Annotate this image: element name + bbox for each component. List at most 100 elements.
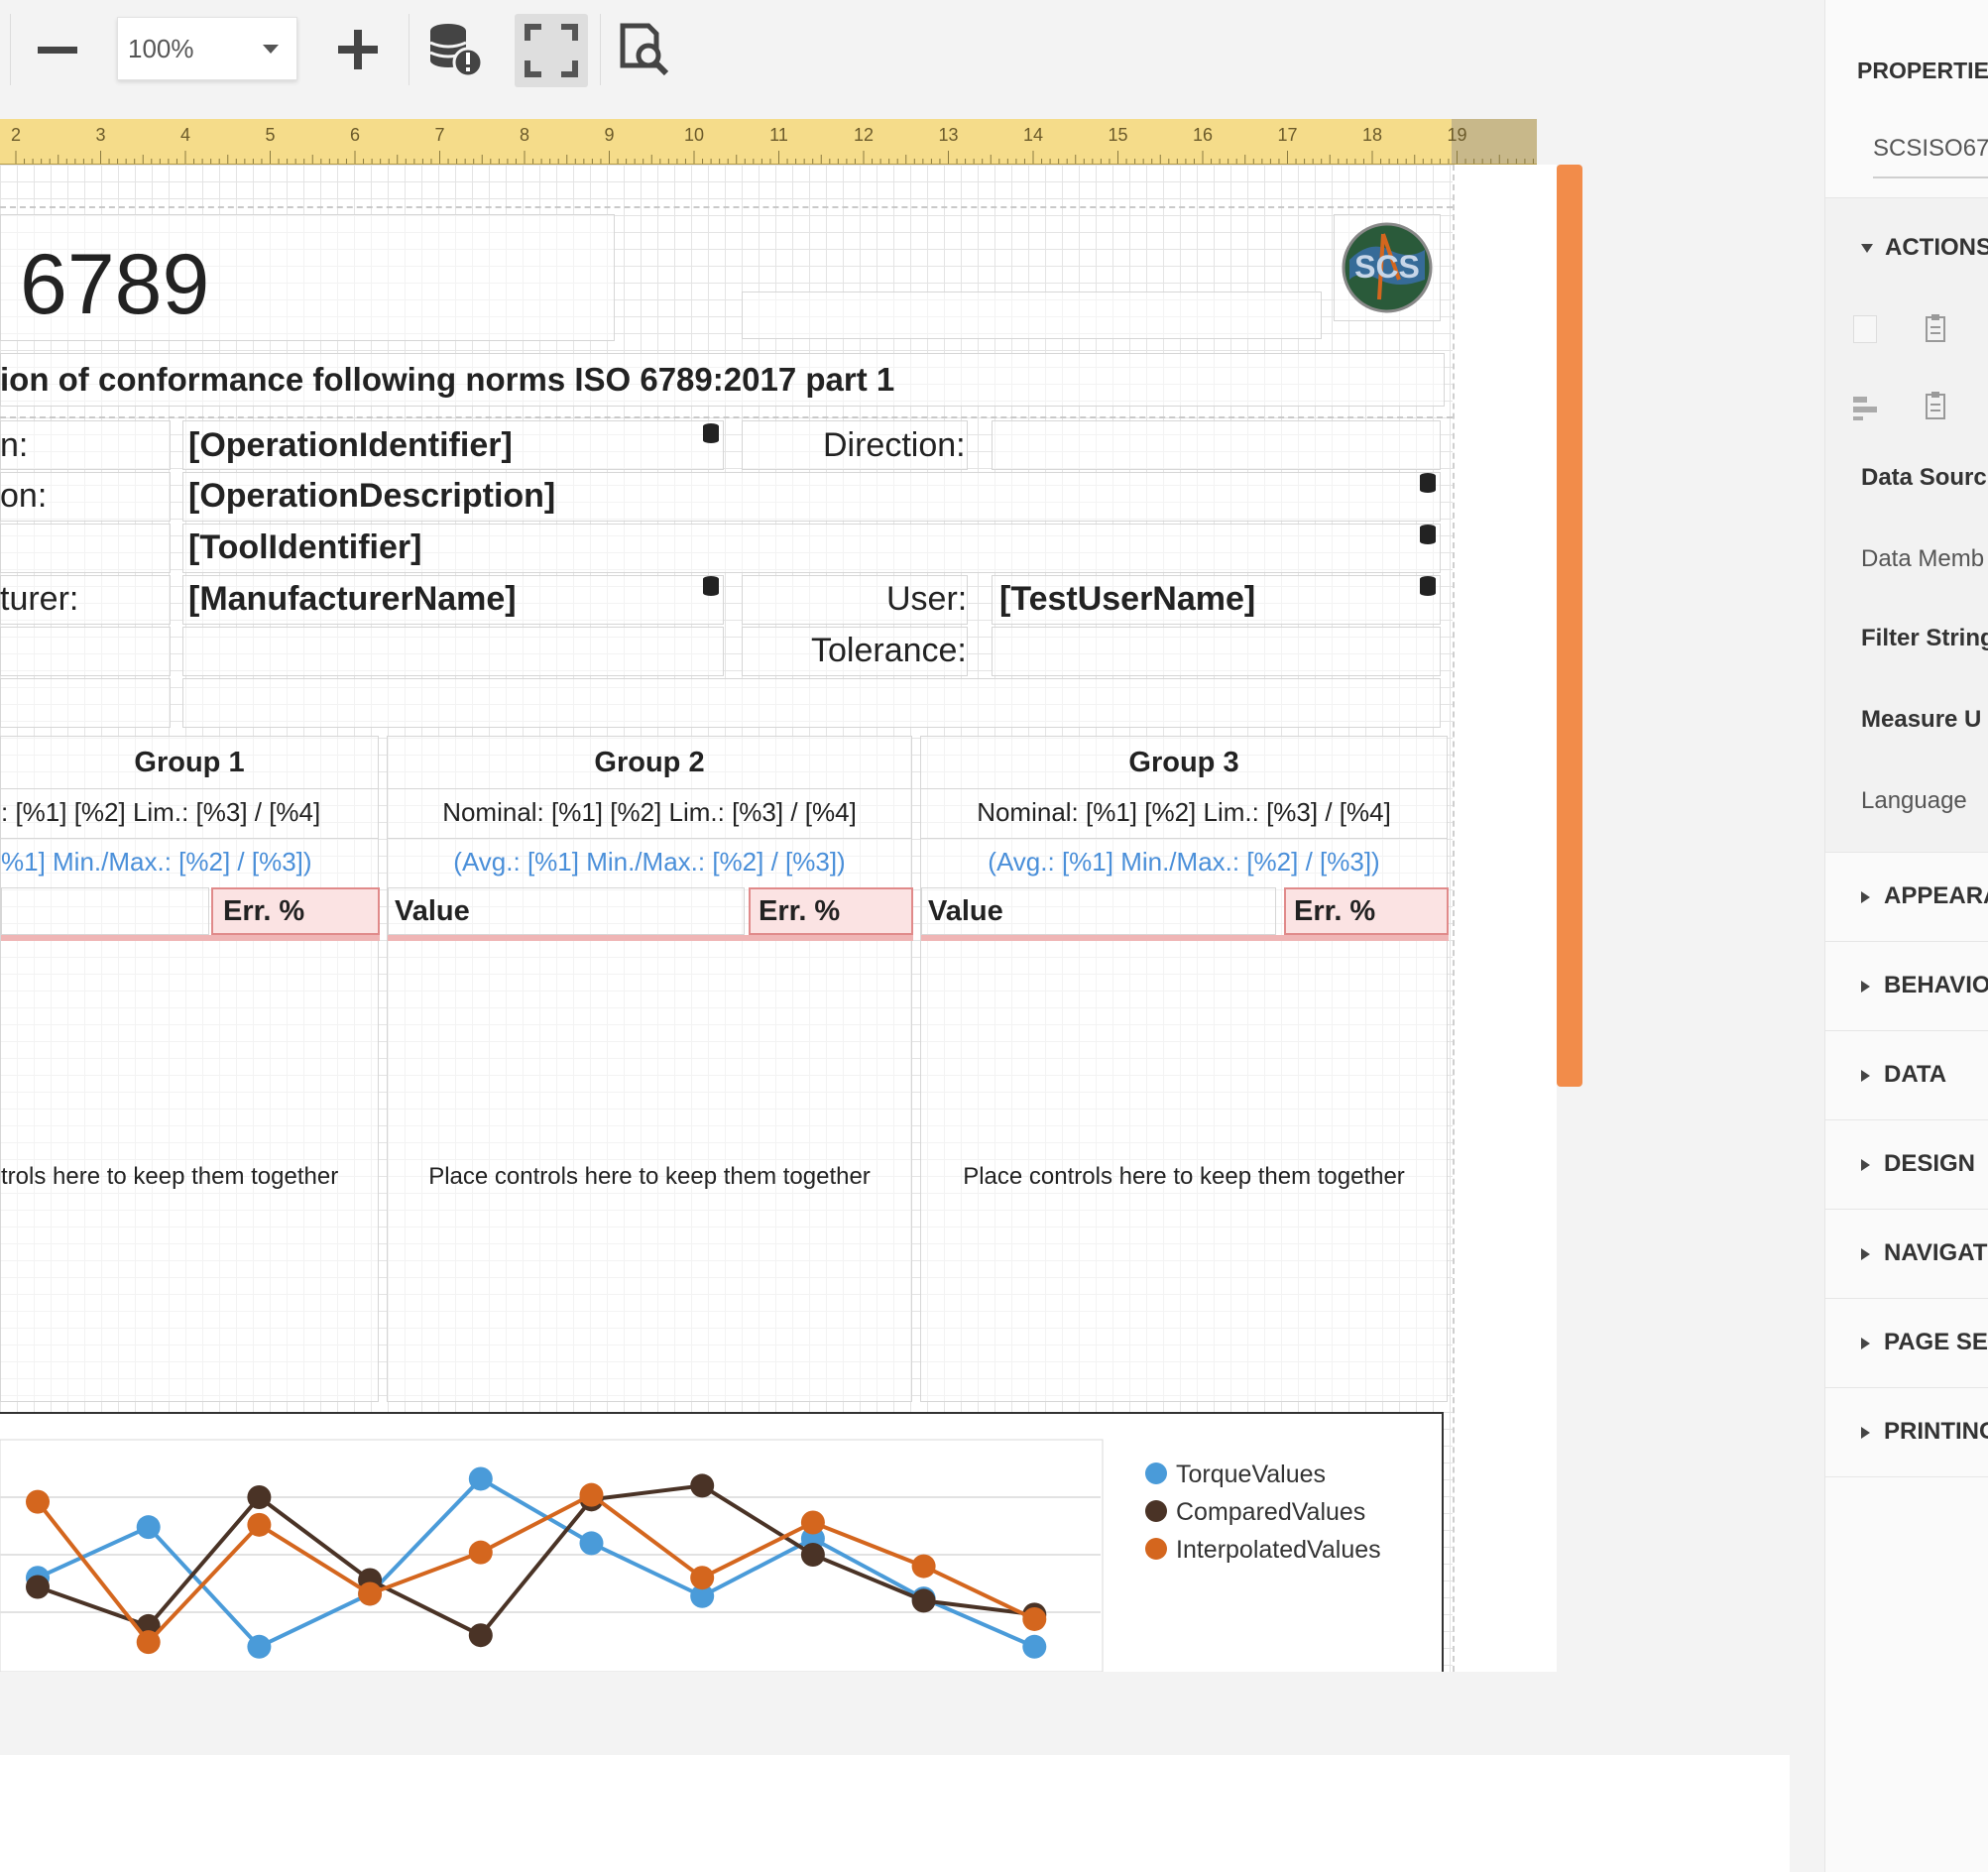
manufacturer-label: turer: (0, 580, 79, 618)
data-point (26, 1489, 50, 1514)
ruler-number: 11 (769, 125, 788, 145)
expand-icon (1861, 980, 1870, 993)
data-point (690, 1566, 715, 1590)
filter-string-property[interactable]: Filter String (1861, 625, 1988, 652)
section-header: DESIGN (1861, 1150, 1975, 1178)
vertical-scrollbar[interactable] (1557, 165, 1582, 1087)
report-right-margin (1453, 165, 1557, 1672)
database-warning-icon (429, 24, 484, 78)
legend-label: ComparedValues (1176, 1498, 1365, 1526)
property-section-behavio[interactable]: BEHAVIO (1825, 942, 1988, 1031)
ruler-number: 18 (1361, 125, 1383, 145)
align-icon[interactable] (1851, 393, 1879, 422)
data-point (358, 1581, 383, 1606)
zoom-out-button[interactable] (30, 22, 85, 77)
fullscreen-button[interactable] (515, 14, 588, 87)
label-cell[interactable] (0, 627, 171, 676)
ruler-number: 5 (265, 125, 276, 145)
legend-marker (1145, 1462, 1167, 1484)
property-section-appeara[interactable]: APPEARA (1825, 853, 1988, 942)
report-design-surface[interactable]: 6789 SCS ion of conformance following no… (0, 165, 1557, 1672)
database-icon (703, 422, 719, 444)
data-point (1022, 1634, 1047, 1659)
group-nominal: Nominal: [%1] [%2] Lim.: [%3] / [%4] (921, 788, 1447, 836)
validate-bindings-button[interactable] (421, 18, 487, 83)
preview-search-icon (620, 23, 669, 76)
chevron-down-icon (263, 45, 279, 54)
ruler-number: 2 (10, 125, 22, 145)
field-cell[interactable] (182, 678, 1441, 728)
field-cell[interactable] (182, 627, 724, 676)
property-section-page-se[interactable]: PAGE SE (1825, 1299, 1988, 1388)
property-section-data[interactable]: DATA (1825, 1031, 1988, 1120)
section-label: APPEARA (1884, 882, 1988, 909)
group-title: Group 3 (1128, 746, 1239, 778)
label-cell[interactable] (0, 678, 171, 728)
header-underline (388, 935, 913, 941)
data-point (800, 1510, 825, 1535)
tolerance-field-cell[interactable] (992, 627, 1441, 676)
zoom-in-button[interactable] (330, 22, 386, 77)
operation-label: n: (0, 426, 29, 464)
group-placeholder-text: trols here to keep them together (1, 1163, 339, 1190)
actions-section-header[interactable]: ACTIONS (1861, 234, 1988, 262)
legend-marker (1145, 1538, 1167, 1560)
group-panel-1[interactable]: Group 1 : [%1] [%2] Lim.: [%3] / [%4] %1… (0, 736, 380, 1402)
clipboard-icon[interactable] (1925, 313, 1946, 343)
group-average: (Avg.: [%1] Min./Max.: [%2] / [%3]) (388, 838, 911, 885)
report-grid: 6789 SCS ion of conformance following no… (0, 165, 1453, 1672)
band-separator (0, 206, 1453, 208)
ruler-number: 4 (179, 125, 191, 145)
database-icon (1420, 472, 1436, 494)
tolerance-label: Tolerance: (811, 632, 967, 669)
report-subtitle: ion of conformance following norms ISO 6… (0, 361, 895, 398)
ruler-number: 14 (1022, 125, 1044, 145)
property-section-navigati[interactable]: NAVIGATI (1825, 1210, 1988, 1299)
logo-lettering: SCS (1354, 249, 1420, 285)
property-section-design[interactable]: DESIGN (1825, 1120, 1988, 1210)
tool-identifier-field: [ToolIdentifier] (188, 528, 422, 566)
data-point (247, 1485, 272, 1509)
data-point (468, 1623, 493, 1648)
data-member-property[interactable]: Data Memb (1861, 545, 1984, 573)
database-icon (1420, 575, 1436, 597)
ruler-number: 12 (853, 125, 875, 145)
data-point (26, 1575, 50, 1599)
chart-control[interactable]: TorqueValues ComparedValues InterpolatedVa… (0, 1412, 1444, 1672)
error-percent-header: Err. % (749, 887, 913, 935)
operation-description-field: [OperationDescription] (188, 477, 556, 515)
ruler-number: 9 (604, 125, 615, 145)
band-separator (0, 416, 1453, 418)
group-placeholder-text: Place controls here to keep them togethe… (428, 1163, 871, 1190)
database-icon (703, 575, 719, 597)
data-source-property[interactable]: Data Sourc (1861, 464, 1987, 492)
zoom-select[interactable]: 100% (117, 17, 297, 80)
title-aux-cell[interactable] (742, 292, 1322, 339)
section-header: PAGE SE (1861, 1329, 1988, 1356)
ruler-number: 19 (1447, 125, 1467, 145)
data-point (468, 1466, 493, 1491)
legend-marker (1145, 1500, 1167, 1522)
report-name-selector[interactable]: SCSISO67 (1873, 135, 1988, 178)
section-header: APPEARA (1861, 882, 1988, 910)
language-property[interactable]: Language (1861, 787, 1967, 815)
action-icon[interactable] (1853, 315, 1877, 343)
section-header: PRINTING (1861, 1418, 1988, 1446)
measure-units-property[interactable]: Measure U (1861, 706, 1981, 734)
error-percent-header: Err. % (1284, 887, 1449, 935)
ruler-number: 13 (938, 125, 959, 145)
label-cell[interactable] (0, 524, 171, 573)
group-panel-2[interactable]: Group 2 Nominal: [%1] [%2] Lim.: [%3] / … (387, 736, 913, 1402)
group-panel-3[interactable]: Group 3 Nominal: [%1] [%2] Lim.: [%3] / … (920, 736, 1449, 1402)
preview-button[interactable] (613, 18, 678, 83)
direction-field-cell[interactable] (992, 420, 1441, 470)
section-label: BEHAVIO (1884, 972, 1988, 998)
logo-cell[interactable]: SCS (1334, 214, 1441, 321)
header-underline (921, 935, 1449, 941)
property-section-printing[interactable]: PRINTING (1825, 1388, 1988, 1477)
database-icon (1420, 524, 1436, 545)
group-nominal: Nominal: [%1] [%2] Lim.: [%3] / [%4] (388, 788, 911, 836)
clipboard-icon[interactable] (1925, 391, 1946, 420)
operation-identifier-field: [OperationIdentifier] (188, 426, 513, 464)
data-point (911, 1554, 936, 1579)
